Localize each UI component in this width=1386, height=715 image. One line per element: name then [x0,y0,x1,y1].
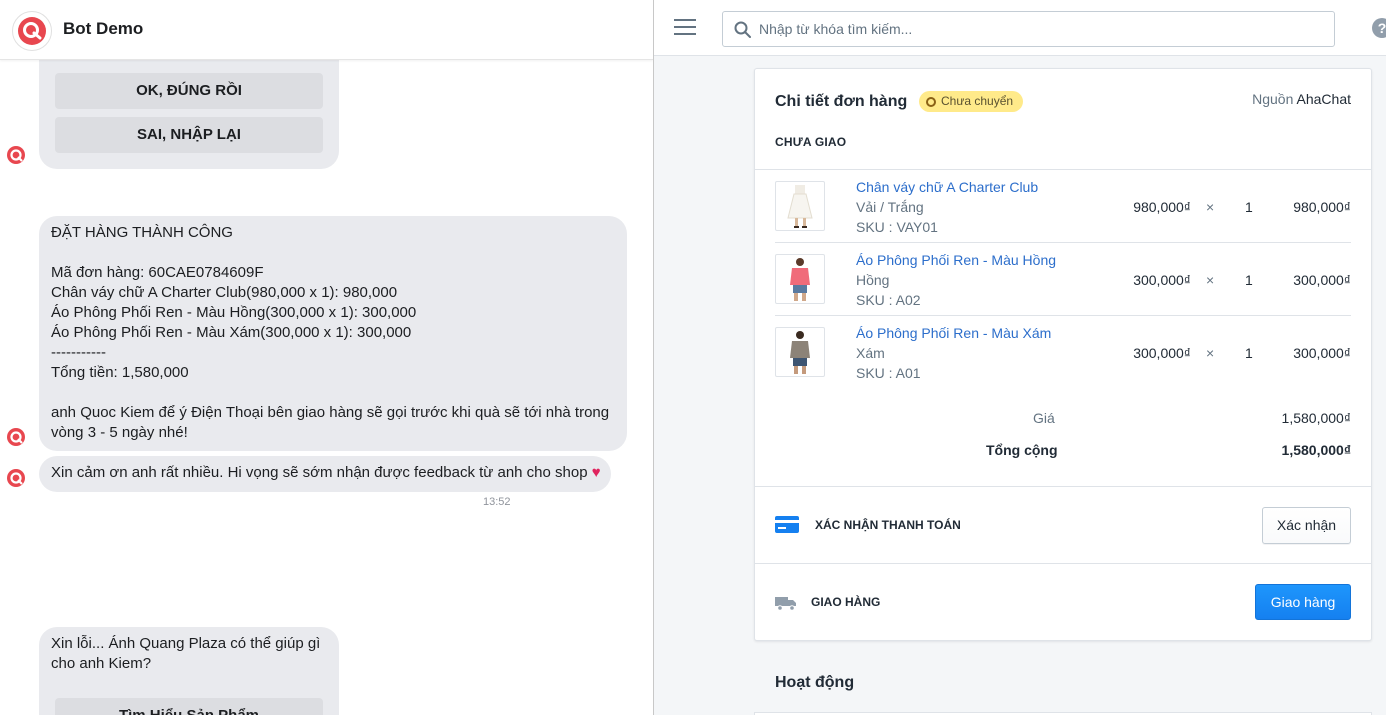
search-input[interactable] [759,12,1319,46]
total-label: Tổng cộng [986,442,1058,458]
truck-icon [775,597,796,611]
sorry-text: Xin lỗi... Ánh Quang Plaza có thể giúp g… [51,635,325,672]
item-name-link[interactable]: Áo Phông Phối Ren - Màu Hồng [856,252,1056,268]
unfulfilled-section-label: CHƯA GIAO [775,135,847,149]
skirt-image-icon [787,185,813,228]
item-price: 300,000₫ [1133,272,1191,288]
credit-card-icon [775,516,799,533]
line-item: Chân váy chữ A Charter Club Vải / Trắng … [775,170,1351,243]
line-item: Áo Phông Phối Ren - Màu Hồng Hồng SKU : … [775,243,1351,316]
grey-shirt-image-icon [790,331,810,374]
source-prefix: Nguồn [1252,91,1294,107]
item-price: 980,000₫ [1133,199,1191,215]
source-name: AhaChat [1296,91,1351,107]
item-quantity: 1 [1245,345,1253,361]
help-icon[interactable]: ? [1372,18,1386,38]
item-price: 300,000₫ [1133,345,1191,361]
bot-logo [12,11,52,51]
multiply-sign: × [1206,272,1215,288]
divider [755,486,1371,487]
product-thumbnail-pink-shirt[interactable] [775,254,825,304]
order-title: Chi tiết đơn hàng [775,93,908,110]
quick-reply-ok-button[interactable]: OK, ĐÚNG RỒI [55,73,323,109]
activity-title: Hoạt động [775,674,855,691]
confirm-payment-button[interactable]: Xác nhận [1262,507,1351,544]
item-variant: Vải / Trắng [856,199,924,215]
order-panel: ? Chi tiết đơn hàng Chưa chuyển Nguồn Ah… [654,0,1386,715]
order-source: Nguồn AhaChat [1252,91,1351,107]
search-icon [734,21,751,38]
item-total: 980,000₫ [1293,199,1351,215]
bot-avatar-icon [7,469,25,487]
status-dot-icon [926,96,936,107]
item-quantity: 1 [1245,272,1253,288]
subtotal-value: 1,580,000₫ [1281,410,1351,426]
payment-label: XÁC NHẬN THANH TOÁN [815,518,961,532]
quick-reply-retry-button[interactable]: SAI, NHẬP LẠI [55,117,323,153]
message-timestamp: 13:52 [483,496,511,508]
item-sku: SKU : A02 [856,292,921,308]
shipping-label: GIAO HÀNG [811,595,881,609]
item-name-link[interactable]: Áo Phông Phối Ren - Màu Xám [856,325,1051,341]
pink-shirt-image-icon [790,258,810,301]
multiply-sign: × [1206,345,1215,361]
divider [755,563,1371,564]
item-name-link[interactable]: Chân váy chữ A Charter Club [856,179,1038,195]
quick-reply-product-button[interactable]: Tìm Hiểu Sản Phẩm [55,698,323,715]
item-sku: SKU : A01 [856,365,921,381]
bot-avatar-icon [7,428,25,446]
multiply-sign: × [1206,199,1215,215]
top-bar: ? [654,0,1386,56]
item-sku: SKU : VAY01 [856,219,938,235]
product-thumbnail-grey-shirt[interactable] [775,327,825,377]
hamburger-menu-icon[interactable] [674,18,696,36]
chat-panel: OK, ĐÚNG RỒI SAI, NHẬP LẠI ĐẶT HÀNG THÀN… [0,0,653,715]
status-text: Chưa chuyển [941,94,1014,108]
item-total: 300,000₫ [1293,272,1351,288]
order-detail-card: Chi tiết đơn hàng Chưa chuyển Nguồn AhaC… [754,68,1372,641]
item-variant: Hồng [856,272,890,288]
bot-logo-icon [18,17,46,45]
total-value: 1,580,000₫ [1281,442,1351,458]
subtotal-label: Giá [1033,410,1055,426]
chat-header: Bot Demo [0,0,653,60]
line-item: Áo Phông Phối Ren - Màu Xám Xám SKU : A0… [775,316,1351,389]
item-quantity: 1 [1245,199,1253,215]
thanks-message: Xin cảm ơn anh rất nhiều. Hi vọng sẽ sớm… [39,456,611,492]
item-total: 300,000₫ [1293,345,1351,361]
bot-avatar-icon [7,146,25,164]
product-thumbnail-skirt[interactable] [775,181,825,231]
ship-order-button[interactable]: Giao hàng [1255,584,1351,620]
order-confirmation-message: ĐẶT HÀNG THÀNH CÔNG Mã đơn hàng: 60CAE07… [39,216,627,451]
chat-title: Bot Demo [63,19,144,38]
item-variant: Xám [856,345,885,361]
thanks-text: Xin cảm ơn anh rất nhiều. Hi vọng sẽ sớm… [51,464,588,481]
status-badge: Chưa chuyển [919,91,1024,112]
heart-icon: ♥ [591,464,601,481]
order-confirmation-text: ĐẶT HÀNG THÀNH CÔNG Mã đơn hàng: 60CAE07… [51,224,610,441]
search-box [722,11,1335,47]
